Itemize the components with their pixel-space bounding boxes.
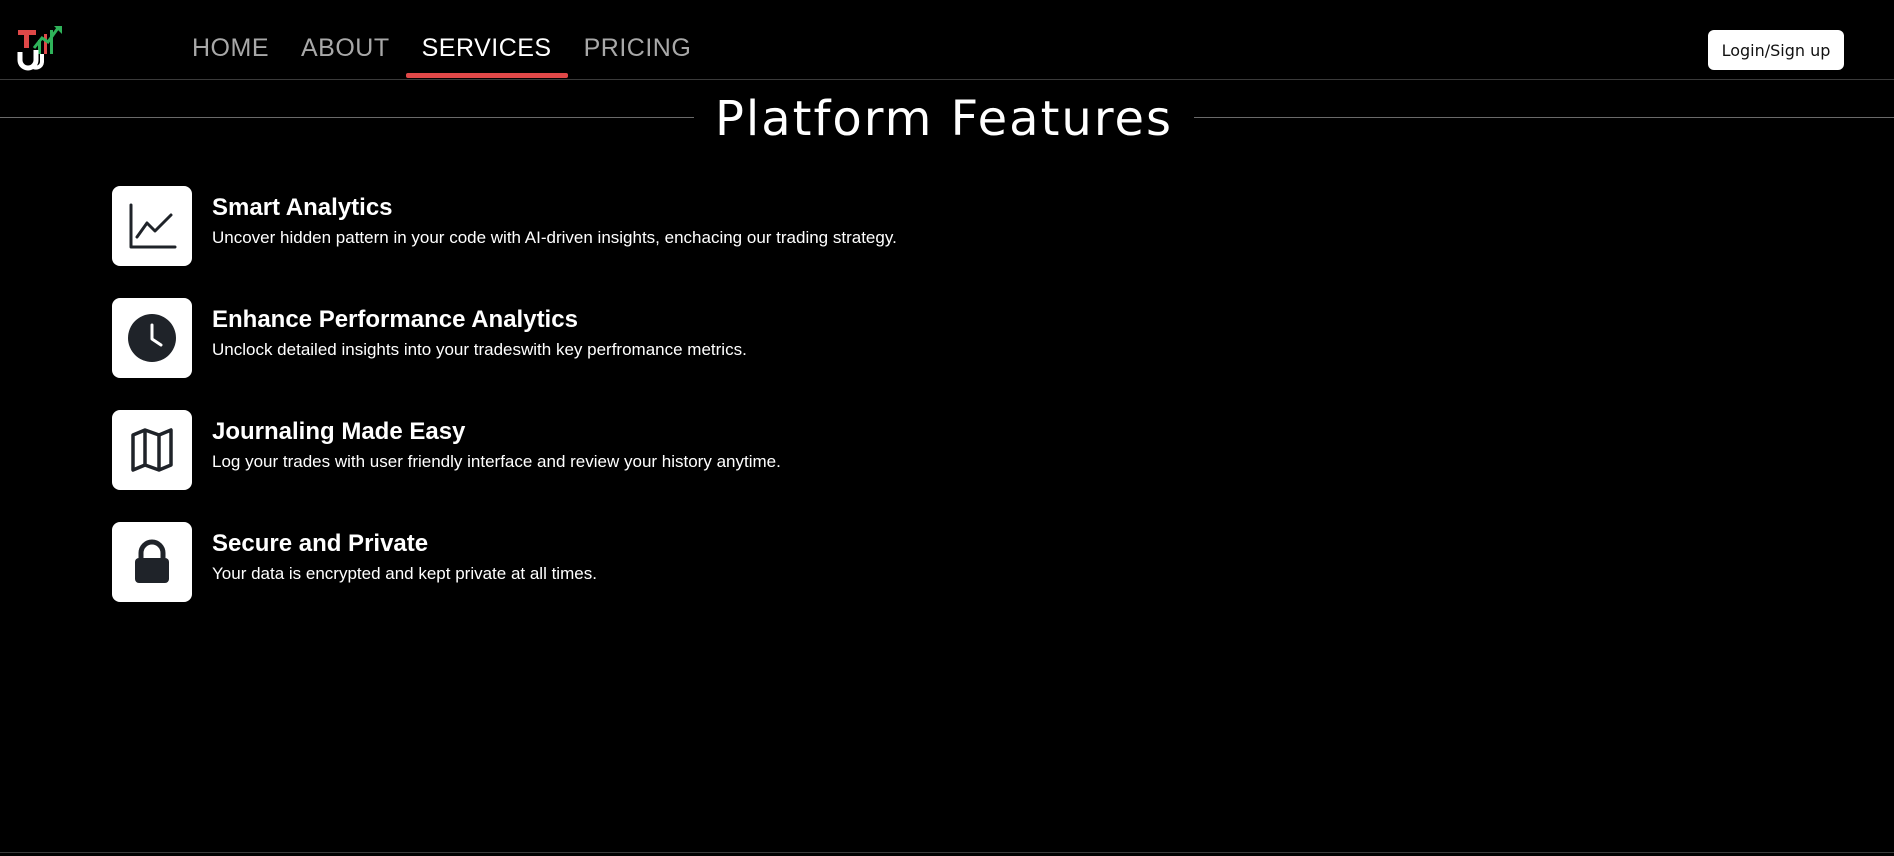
footer-divider	[0, 852, 1894, 853]
nav-home[interactable]: HOME	[176, 0, 285, 80]
top-navbar: HOME ABOUT SERVICES PRICING Login/Sign u…	[0, 0, 1894, 80]
feature-description: Log your trades with user friendly inter…	[212, 452, 781, 471]
feature-description: Unclock detailed insights into your trad…	[212, 340, 747, 359]
feature-item: Smart Analytics Uncover hidden pattern i…	[112, 186, 1012, 266]
feature-icon-box	[112, 298, 192, 378]
nav-pricing[interactable]: PRICING	[568, 0, 708, 80]
feature-list: Smart Analytics Uncover hidden pattern i…	[112, 186, 1012, 634]
title-divider-right	[1194, 117, 1894, 118]
page: HOME ABOUT SERVICES PRICING Login/Sign u…	[0, 0, 1894, 856]
login-signup-button[interactable]: Login/Sign up	[1708, 30, 1844, 70]
feature-icon-box	[112, 522, 192, 602]
logo-mark-icon	[17, 26, 62, 71]
feature-title: Enhance Performance Analytics	[212, 306, 578, 333]
feature-item: Journaling Made Easy Log your trades wit…	[112, 410, 1012, 490]
feature-title: Smart Analytics	[212, 194, 393, 221]
feature-title: Journaling Made Easy	[212, 418, 466, 445]
feature-description: Your data is encrypted and kept private …	[212, 564, 597, 583]
section-header: Platform Features	[0, 88, 1894, 154]
feature-item: Enhance Performance Analytics Unclock de…	[112, 298, 1012, 378]
feature-title: Secure and Private	[212, 530, 429, 557]
feature-item: Secure and Private Your data is encrypte…	[112, 522, 1012, 602]
nav-about[interactable]: ABOUT	[285, 0, 406, 80]
main-nav: HOME ABOUT SERVICES PRICING	[176, 0, 707, 80]
page-title: Platform Features	[714, 91, 1174, 147]
brand-logo[interactable]	[16, 24, 64, 72]
feature-description: Uncover hidden pattern in your code with…	[212, 228, 897, 247]
nav-services[interactable]: SERVICES	[405, 0, 568, 80]
feature-icon-box	[112, 410, 192, 490]
lock-icon	[135, 539, 169, 583]
title-divider-left	[0, 117, 694, 118]
clock-icon	[128, 314, 176, 362]
map-icon	[131, 428, 173, 472]
line-chart-icon	[129, 203, 177, 249]
feature-icon-box	[112, 186, 192, 266]
